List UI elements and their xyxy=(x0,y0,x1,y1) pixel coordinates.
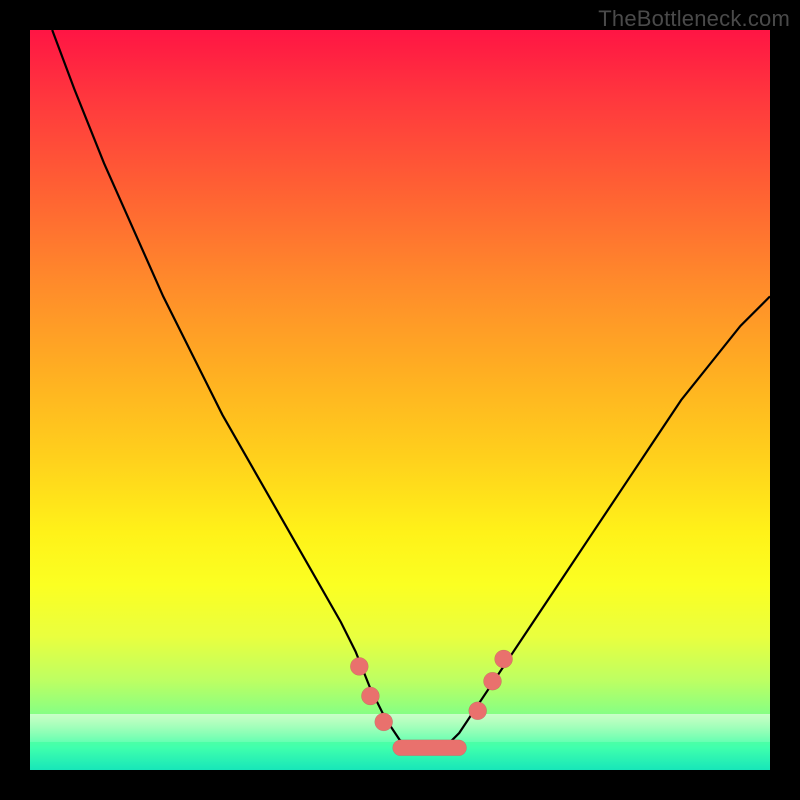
curve-marker xyxy=(375,713,393,731)
curve-marker xyxy=(495,650,513,668)
curve-marker xyxy=(484,672,502,690)
chart-svg xyxy=(30,30,770,770)
curve-marker xyxy=(469,702,487,720)
curve-marker xyxy=(350,657,368,675)
chart-frame: TheBottleneck.com xyxy=(0,0,800,800)
flat-min-segment xyxy=(393,740,467,756)
watermark-text: TheBottleneck.com xyxy=(598,6,790,32)
plot-area xyxy=(30,30,770,770)
bottleneck-curve xyxy=(52,30,770,748)
curve-marker xyxy=(361,687,379,705)
